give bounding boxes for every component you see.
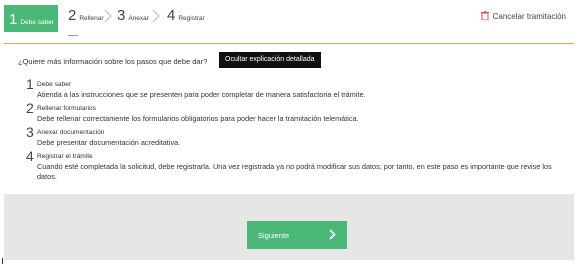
step-number: 4 (167, 7, 176, 24)
chevron-right-icon (151, 9, 165, 23)
step-label: Registrar (178, 15, 205, 22)
item-description: Cuando esté completada la solicitud, deb… (37, 162, 552, 181)
arrow-right-icon (329, 229, 336, 242)
step-number: 2 (68, 7, 77, 24)
item-number: 3 (26, 124, 34, 140)
stepper: 1 Debe saber 2 Rellenar 3 Anexar 4 Regis… (0, 0, 578, 33)
trash-icon (480, 11, 489, 22)
item-description: Debe rellenar correctamente los formular… (37, 114, 359, 123)
cancel-button[interactable]: Cancelar tramitación (480, 11, 566, 22)
panel-snippet (68, 33, 78, 36)
item-number: 1 (26, 76, 34, 92)
step-label: Anexar (128, 15, 149, 22)
step-label: Debe saber (20, 19, 54, 26)
step-label: Rellenar (79, 15, 104, 22)
next-label: Siguiente (258, 231, 290, 240)
item-number: 4 (26, 148, 34, 164)
info-question: ¿Quiere más información sobre los pasos … (18, 57, 208, 66)
collapsed-panel (4, 33, 574, 44)
step-2[interactable]: 2 Rellenar (68, 8, 104, 23)
chevron-right-icon (103, 9, 117, 23)
item-title: Registrar el trámite (37, 153, 93, 160)
edge-marker (2, 258, 3, 264)
item-title: Anexar documentación (37, 129, 105, 136)
step-3[interactable]: 3 Anexar (117, 8, 149, 23)
item-title: Rellenar formularios (37, 105, 96, 112)
toggle-explanation-button[interactable]: Ocultar explicación detallada (219, 52, 321, 68)
step-number: 3 (117, 7, 126, 24)
next-button[interactable]: Siguiente (247, 221, 347, 249)
info-panel: ¿Quiere más información sobre los pasos … (4, 44, 574, 194)
step-4[interactable]: 4 Registrar (167, 8, 205, 23)
step-1-active[interactable]: 1 Debe saber (4, 5, 58, 32)
item-title: Debe saber (37, 81, 72, 88)
cancel-label: Cancelar tramitación (492, 12, 566, 21)
item-number: 2 (26, 100, 34, 116)
step-number: 1 (9, 11, 18, 28)
item-description: Atienda a las instrucciones que se prese… (37, 90, 366, 99)
item-description: Debe presentar documentación acreditativ… (37, 138, 181, 147)
footer-area: Siguiente (4, 194, 574, 260)
